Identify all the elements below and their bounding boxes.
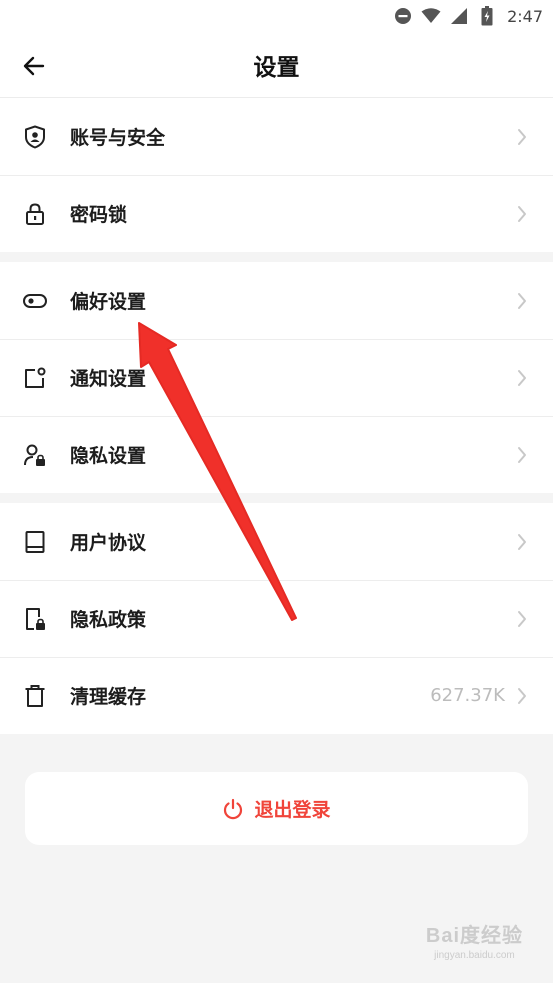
- logout-button[interactable]: 退出登录: [25, 772, 528, 845]
- row-privacy-policy[interactable]: 隐私政策: [0, 580, 553, 657]
- row-label: 清理缓存: [70, 686, 147, 708]
- trash-icon: [22, 683, 48, 709]
- chevron-right-icon: [515, 686, 529, 706]
- row-preferences[interactable]: 偏好设置: [0, 262, 553, 339]
- shield-user-icon: [22, 124, 48, 150]
- settings-group-account: 账号与安全 密码锁: [0, 98, 553, 252]
- book-icon: [22, 529, 48, 555]
- chevron-right-icon: [515, 127, 529, 147]
- chevron-right-icon: [515, 368, 529, 388]
- toggle-icon: [22, 288, 48, 314]
- row-label: 偏好设置: [70, 291, 147, 313]
- watermark-url: jingyan.baidu.com: [434, 950, 515, 961]
- row-clear-cache[interactable]: 清理缓存 627.37K: [0, 657, 553, 734]
- wifi-icon: [421, 6, 441, 26]
- header: 设置: [0, 32, 553, 98]
- back-button[interactable]: [14, 46, 54, 86]
- dnd-icon: [393, 6, 413, 26]
- row-label: 隐私政策: [70, 609, 147, 631]
- battery-charging-icon: [477, 6, 497, 26]
- row-user-agreement[interactable]: 用户协议: [0, 503, 553, 580]
- settings-group-preferences: 偏好设置 通知设置 隐私设置: [0, 262, 553, 493]
- status-time: 2:47: [507, 6, 543, 26]
- page-title: 设置: [253, 55, 300, 81]
- row-password-lock[interactable]: 密码锁: [0, 175, 553, 252]
- row-privacy-settings[interactable]: 隐私设置: [0, 416, 553, 493]
- settings-group-legal: 用户协议 隐私政策 清理缓存 627.37K: [0, 503, 553, 734]
- row-label: 用户协议: [70, 532, 147, 554]
- chevron-right-icon: [515, 204, 529, 224]
- notification-icon: [22, 365, 48, 391]
- row-label: 隐私设置: [70, 445, 147, 467]
- row-account-security[interactable]: 账号与安全: [0, 98, 553, 175]
- signal-icon: [449, 6, 469, 26]
- chevron-right-icon: [515, 445, 529, 465]
- cache-size-value: 627.37K: [430, 685, 505, 706]
- arrow-left-icon: [23, 56, 45, 76]
- watermark: Bai度经验 jingyan.baidu.com: [426, 919, 523, 961]
- document-lock-icon: [22, 606, 48, 632]
- logout-label: 退出登录: [254, 799, 331, 821]
- chevron-right-icon: [515, 609, 529, 629]
- user-lock-icon: [22, 442, 48, 468]
- top-area: 2:47 设置: [0, 0, 553, 98]
- chevron-right-icon: [515, 532, 529, 552]
- logout-container: 退出登录: [0, 734, 553, 845]
- chevron-right-icon: [515, 291, 529, 311]
- lock-icon: [22, 201, 48, 227]
- row-label: 账号与安全: [70, 127, 166, 149]
- row-label: 密码锁: [70, 204, 128, 226]
- row-label: 通知设置: [70, 368, 147, 390]
- power-icon: [222, 798, 244, 820]
- status-bar: 2:47: [0, 0, 553, 32]
- row-notifications[interactable]: 通知设置: [0, 339, 553, 416]
- watermark-logo: Bai度经验: [425, 925, 523, 947]
